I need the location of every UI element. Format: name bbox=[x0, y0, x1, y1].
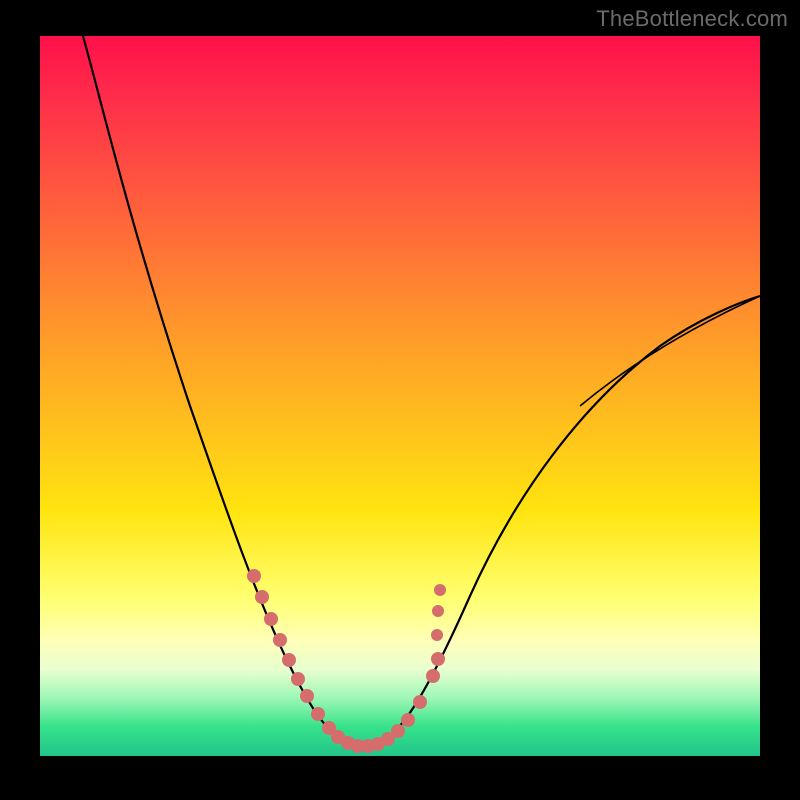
trough-markers bbox=[247, 569, 446, 753]
bottleneck-curve bbox=[83, 36, 760, 746]
plot-area bbox=[40, 36, 760, 756]
watermark-text: TheBottleneck.com bbox=[596, 6, 788, 32]
chart-frame: TheBottleneck.com bbox=[0, 0, 800, 800]
curve-layer bbox=[40, 36, 760, 756]
bottleneck-curve-right-thin bbox=[580, 296, 760, 406]
